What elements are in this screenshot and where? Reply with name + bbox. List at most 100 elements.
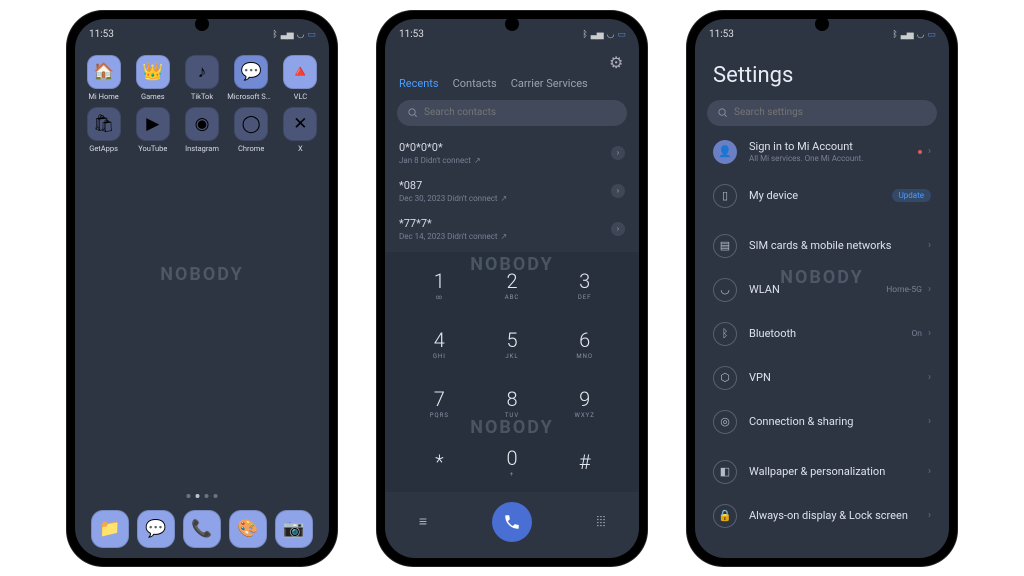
key-9[interactable]: 9WXYZ xyxy=(548,374,621,433)
outgoing-icon: ↗ xyxy=(501,232,508,241)
bluetooth-icon: ᛒ xyxy=(892,30,896,40)
watermark: NOBODY xyxy=(160,264,243,285)
setting-label: Sign in to Mi Account xyxy=(749,140,906,153)
wifi-icon: ◡ xyxy=(917,30,924,40)
search-settings[interactable] xyxy=(707,100,937,126)
signal-icon: ▃▅ xyxy=(281,30,293,40)
call-number: *77*7* xyxy=(399,217,507,230)
dock-camera[interactable]: 📷 xyxy=(275,510,313,548)
app-mi-home[interactable]: 🏠Mi Home xyxy=(79,55,128,101)
search-settings-input[interactable] xyxy=(734,107,927,118)
key-0[interactable]: 0+ xyxy=(476,433,549,492)
sim-icon: ▤ xyxy=(713,234,737,258)
status-icons: ᛒ▃▅◡▭ xyxy=(582,30,625,40)
dialpad-icon[interactable]: ⦙⦙⦙ xyxy=(591,514,611,530)
chevron-right-icon: › xyxy=(928,284,931,295)
dock-files[interactable]: 📁 xyxy=(91,510,129,548)
setting-wallpaper[interactable]: ◧ Wallpaper & personalization › xyxy=(699,450,945,494)
chevron-right-icon[interactable]: › xyxy=(611,146,625,160)
app-x[interactable]: ✕X xyxy=(276,107,325,153)
tab-contacts[interactable]: Contacts xyxy=(453,77,497,90)
chevron-right-icon[interactable]: › xyxy=(611,222,625,236)
key-6[interactable]: 6MNO xyxy=(548,315,621,374)
notch xyxy=(505,17,519,31)
dial-action-bar: ≡ ⦙⦙⦙ xyxy=(385,492,639,558)
call-log-item[interactable]: *087Dec 30, 2023 Didn't connect↗ › xyxy=(399,172,625,210)
app-getapps[interactable]: 🛍GetApps xyxy=(79,107,128,153)
key-star[interactable]: * xyxy=(403,433,476,492)
setting-label: Bluetooth xyxy=(749,327,899,340)
status-icons: ᛒ ▃▅ ◡ ▭ xyxy=(272,30,315,40)
dialer-tabs: Recents Contacts Carrier Services xyxy=(385,69,639,96)
phone-icon xyxy=(503,513,521,531)
tab-recents[interactable]: Recents xyxy=(399,77,439,90)
settings-list: 👤 Sign in to Mi Account All Mi services.… xyxy=(695,130,949,538)
key-hash[interactable]: # xyxy=(548,433,621,492)
dock-messages[interactable]: 💬 xyxy=(137,510,175,548)
setting-label: Always-on display & Lock screen xyxy=(749,509,916,522)
setting-wlan[interactable]: ◡ WLAN Home-5G› xyxy=(699,268,945,312)
app-tiktok[interactable]: ♪TikTok xyxy=(177,55,226,101)
bluetooth-icon: ᛒ xyxy=(582,30,586,40)
tab-carrier[interactable]: Carrier Services xyxy=(511,77,588,90)
dialer-screen: 11:53 ᛒ▃▅◡▭ ⚙ Recents Contacts Carrier S… xyxy=(385,19,639,558)
chevron-right-icon: › xyxy=(928,146,931,157)
wifi-icon: ◡ xyxy=(607,30,614,40)
search-icon xyxy=(407,107,418,118)
key-3[interactable]: 3DEF xyxy=(548,256,621,315)
setting-sim[interactable]: ▤ SIM cards & mobile networks › xyxy=(699,224,945,268)
setting-vpn[interactable]: ⬡ VPN › xyxy=(699,356,945,400)
gear-icon[interactable]: ⚙ xyxy=(609,53,625,69)
page-title: Settings xyxy=(695,47,949,96)
status-time: 11:53 xyxy=(399,29,424,40)
setting-label: SIM cards & mobile networks xyxy=(749,239,916,252)
call-number: 0*0*0*0* xyxy=(399,141,481,154)
dialpad: 1∞ 2ABC 3DEF 4GHI 5JKL 6MNO 7PQRS 8TUV 9… xyxy=(385,252,639,492)
call-log-item[interactable]: *77*7* Dec 14, 2023 Didn't connect↗ › xyxy=(399,210,625,248)
chevron-right-icon: › xyxy=(928,328,931,339)
notch xyxy=(195,17,209,31)
app-instagram[interactable]: ◉Instagram xyxy=(177,107,226,153)
search-contacts-input[interactable] xyxy=(424,107,617,118)
phone-settings: 11:53 ᛒ▃▅◡▭ Settings 👤 Sign in to Mi Acc… xyxy=(687,11,957,566)
battery-icon: ▭ xyxy=(307,30,315,40)
key-1[interactable]: 1∞ xyxy=(403,256,476,315)
phone-dialer: 11:53 ᛒ▃▅◡▭ ⚙ Recents Contacts Carrier S… xyxy=(377,11,647,566)
menu-icon[interactable]: ≡ xyxy=(413,513,433,530)
app-chrome[interactable]: ◯Chrome xyxy=(227,107,276,153)
setting-lockscreen[interactable]: 🔒 Always-on display & Lock screen › xyxy=(699,494,945,538)
key-4[interactable]: 4GHI xyxy=(403,315,476,374)
status-time: 11:53 xyxy=(709,29,734,40)
app-vlc[interactable]: 🔺VLC xyxy=(276,55,325,101)
setting-account[interactable]: 👤 Sign in to Mi Account All Mi services.… xyxy=(699,130,945,174)
phone-home: 11:53 ᛒ ▃▅ ◡ ▭ 🏠Mi Home 👑Games ♪TikTok 💬… xyxy=(67,11,337,566)
dock-themes[interactable]: 🎨 xyxy=(229,510,267,548)
chevron-right-icon[interactable]: › xyxy=(611,184,625,198)
chevron-right-icon: › xyxy=(928,510,931,521)
status-icons: ᛒ▃▅◡▭ xyxy=(892,30,935,40)
update-badge: Update xyxy=(892,189,931,202)
chevron-right-icon: › xyxy=(928,372,931,383)
setting-label: Wallpaper & personalization xyxy=(749,465,916,478)
call-meta: Dec 14, 2023 Didn't connect↗ xyxy=(399,232,507,241)
call-log-item[interactable]: 0*0*0*0*Jan 8 Didn't connect↗ › xyxy=(399,134,625,172)
status-time: 11:53 xyxy=(89,29,114,40)
key-7[interactable]: 7PQRS xyxy=(403,374,476,433)
wifi-icon: ◡ xyxy=(297,30,304,40)
search-icon xyxy=(717,107,728,118)
account-icon: 👤 xyxy=(713,140,737,164)
call-button[interactable] xyxy=(492,502,532,542)
setting-bluetooth[interactable]: ᛒ Bluetooth On› xyxy=(699,312,945,356)
key-2[interactable]: 2ABC xyxy=(476,256,549,315)
search-contacts[interactable] xyxy=(397,100,627,126)
dock-phone[interactable]: 📞 xyxy=(183,510,221,548)
key-5[interactable]: 5JKL xyxy=(476,315,549,374)
app-games[interactable]: 👑Games xyxy=(128,55,177,101)
app-swiftkey[interactable]: 💬Microsoft SwiftKey ... xyxy=(227,55,276,101)
call-log: 0*0*0*0*Jan 8 Didn't connect↗ › *087Dec … xyxy=(385,130,639,252)
key-8[interactable]: 8TUV xyxy=(476,374,549,433)
setting-my-device[interactable]: ▯ My device Update xyxy=(699,174,945,218)
page-indicator[interactable] xyxy=(187,494,218,498)
setting-connection-sharing[interactable]: ◎ Connection & sharing › xyxy=(699,400,945,444)
app-youtube[interactable]: ▶YouTube xyxy=(128,107,177,153)
